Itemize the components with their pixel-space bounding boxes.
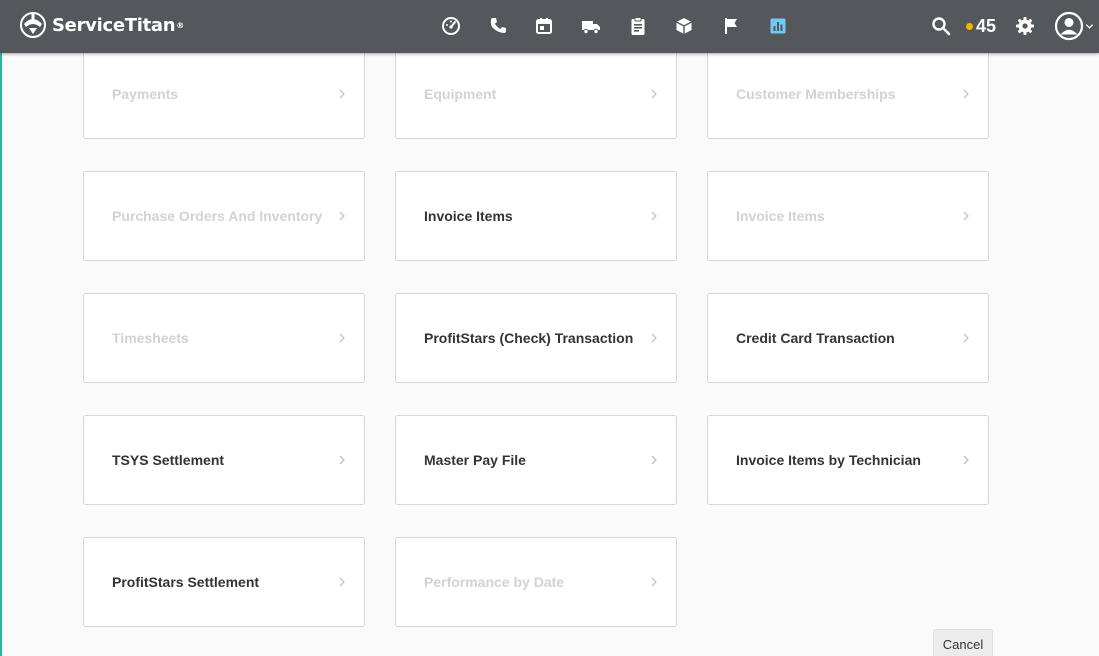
report-tile-label: ProfitStars (Check) Transaction (424, 330, 634, 346)
phone-icon (490, 18, 506, 33)
user-avatar-icon (1054, 11, 1084, 41)
report-tile[interactable]: Customer Memberships (707, 49, 989, 139)
nav-dashboard[interactable] (436, 11, 466, 41)
report-tile-label: Performance by Date (424, 574, 565, 590)
chevron-right-icon (651, 455, 657, 465)
chevron-right-icon (651, 333, 657, 343)
nav-tasks[interactable] (623, 11, 653, 41)
report-tile[interactable]: TSYS Settlement (83, 415, 365, 505)
chevron-right-icon (963, 89, 969, 99)
report-tile-label: Payments (112, 86, 179, 102)
notification-count: 45 (975, 15, 996, 36)
clipboard-icon (631, 17, 645, 35)
report-tile[interactable]: Master Pay File (395, 415, 677, 505)
main-nav (436, 11, 810, 41)
nav-inventory[interactable] (669, 11, 699, 41)
report-tile-label: Master Pay File (424, 452, 526, 468)
servicetitan-helmet-icon (20, 12, 46, 38)
cancel-button[interactable]: Cancel (933, 629, 993, 656)
servicetitan-logo[interactable]: ServiceTitan ® (18, 9, 184, 41)
chevron-right-icon (339, 333, 345, 343)
reports-chart-icon (770, 18, 786, 34)
nav-reports[interactable] (763, 11, 793, 41)
report-tile-label: Invoice Items (424, 208, 513, 224)
notifications-button[interactable]: 45 (965, 15, 996, 37)
report-tile[interactable]: Invoice Items (395, 171, 677, 261)
report-tile[interactable]: Equipment (395, 49, 677, 139)
report-tile-label: Customer Memberships (736, 86, 896, 102)
app-window: ServiceTitan ® 45 Payments Equipment Cus… (0, 0, 1099, 656)
report-tile-label: Purchase Orders And Inventory (112, 208, 323, 224)
report-tile[interactable]: Performance by Date (395, 537, 677, 627)
report-tile-label: Invoice Items (736, 208, 825, 224)
report-tile[interactable]: Purchase Orders And Inventory (83, 171, 365, 261)
report-tile[interactable]: Timesheets (83, 293, 365, 383)
nav-calls[interactable] (483, 11, 513, 41)
inventory-box-icon (676, 18, 693, 34)
report-tile[interactable]: Invoice Items (707, 171, 989, 261)
brand-trademark: ® (176, 20, 184, 30)
report-tile-label: Timesheets (112, 330, 189, 346)
header-tools: 45 (926, 8, 1099, 44)
calendar-icon (536, 18, 553, 34)
chevron-right-icon (339, 455, 345, 465)
gear-icon (1016, 17, 1034, 35)
brand-name: ServiceTitan (52, 14, 176, 36)
chevron-right-icon (651, 577, 657, 587)
truck-icon (582, 21, 601, 35)
chevron-right-icon (963, 211, 969, 221)
report-tile[interactable]: ProfitStars Settlement (83, 537, 365, 627)
report-tile[interactable]: Payments (83, 49, 365, 139)
chevron-right-icon (651, 211, 657, 221)
chevron-down-icon (1085, 23, 1094, 29)
report-tile-label: Credit Card Transaction (736, 330, 895, 346)
search-icon (932, 17, 951, 36)
nav-trucks[interactable] (576, 11, 606, 41)
flag-icon (725, 18, 738, 34)
chevron-right-icon (339, 577, 345, 587)
chevron-right-icon (651, 89, 657, 99)
left-accent-bar (0, 0, 2, 656)
chevron-right-icon (339, 89, 345, 99)
chevron-right-icon (339, 211, 345, 221)
report-tile-label: Invoice Items by Technician (736, 452, 921, 468)
dashboard-gauge-icon (442, 17, 460, 35)
nav-marketing[interactable] (716, 11, 746, 41)
top-navigation-bar: ServiceTitan ® 45 (0, 0, 1099, 53)
settings-button[interactable] (1010, 11, 1040, 41)
nav-dispatch-calendar[interactable] (529, 11, 559, 41)
search-button[interactable] (926, 11, 956, 41)
report-tile-label: ProfitStars Settlement (112, 574, 260, 590)
report-tile[interactable]: Invoice Items by Technician (707, 415, 989, 505)
report-tile[interactable]: Credit Card Transaction (707, 293, 989, 383)
chevron-right-icon (963, 333, 969, 343)
notification-dot (965, 22, 973, 30)
user-menu[interactable] (1054, 11, 1094, 41)
chevron-right-icon (963, 455, 969, 465)
report-tile-label: TSYS Settlement (112, 452, 225, 468)
report-tile-label: Equipment (424, 86, 497, 102)
report-tile[interactable]: ProfitStars (Check) Transaction (395, 293, 677, 383)
